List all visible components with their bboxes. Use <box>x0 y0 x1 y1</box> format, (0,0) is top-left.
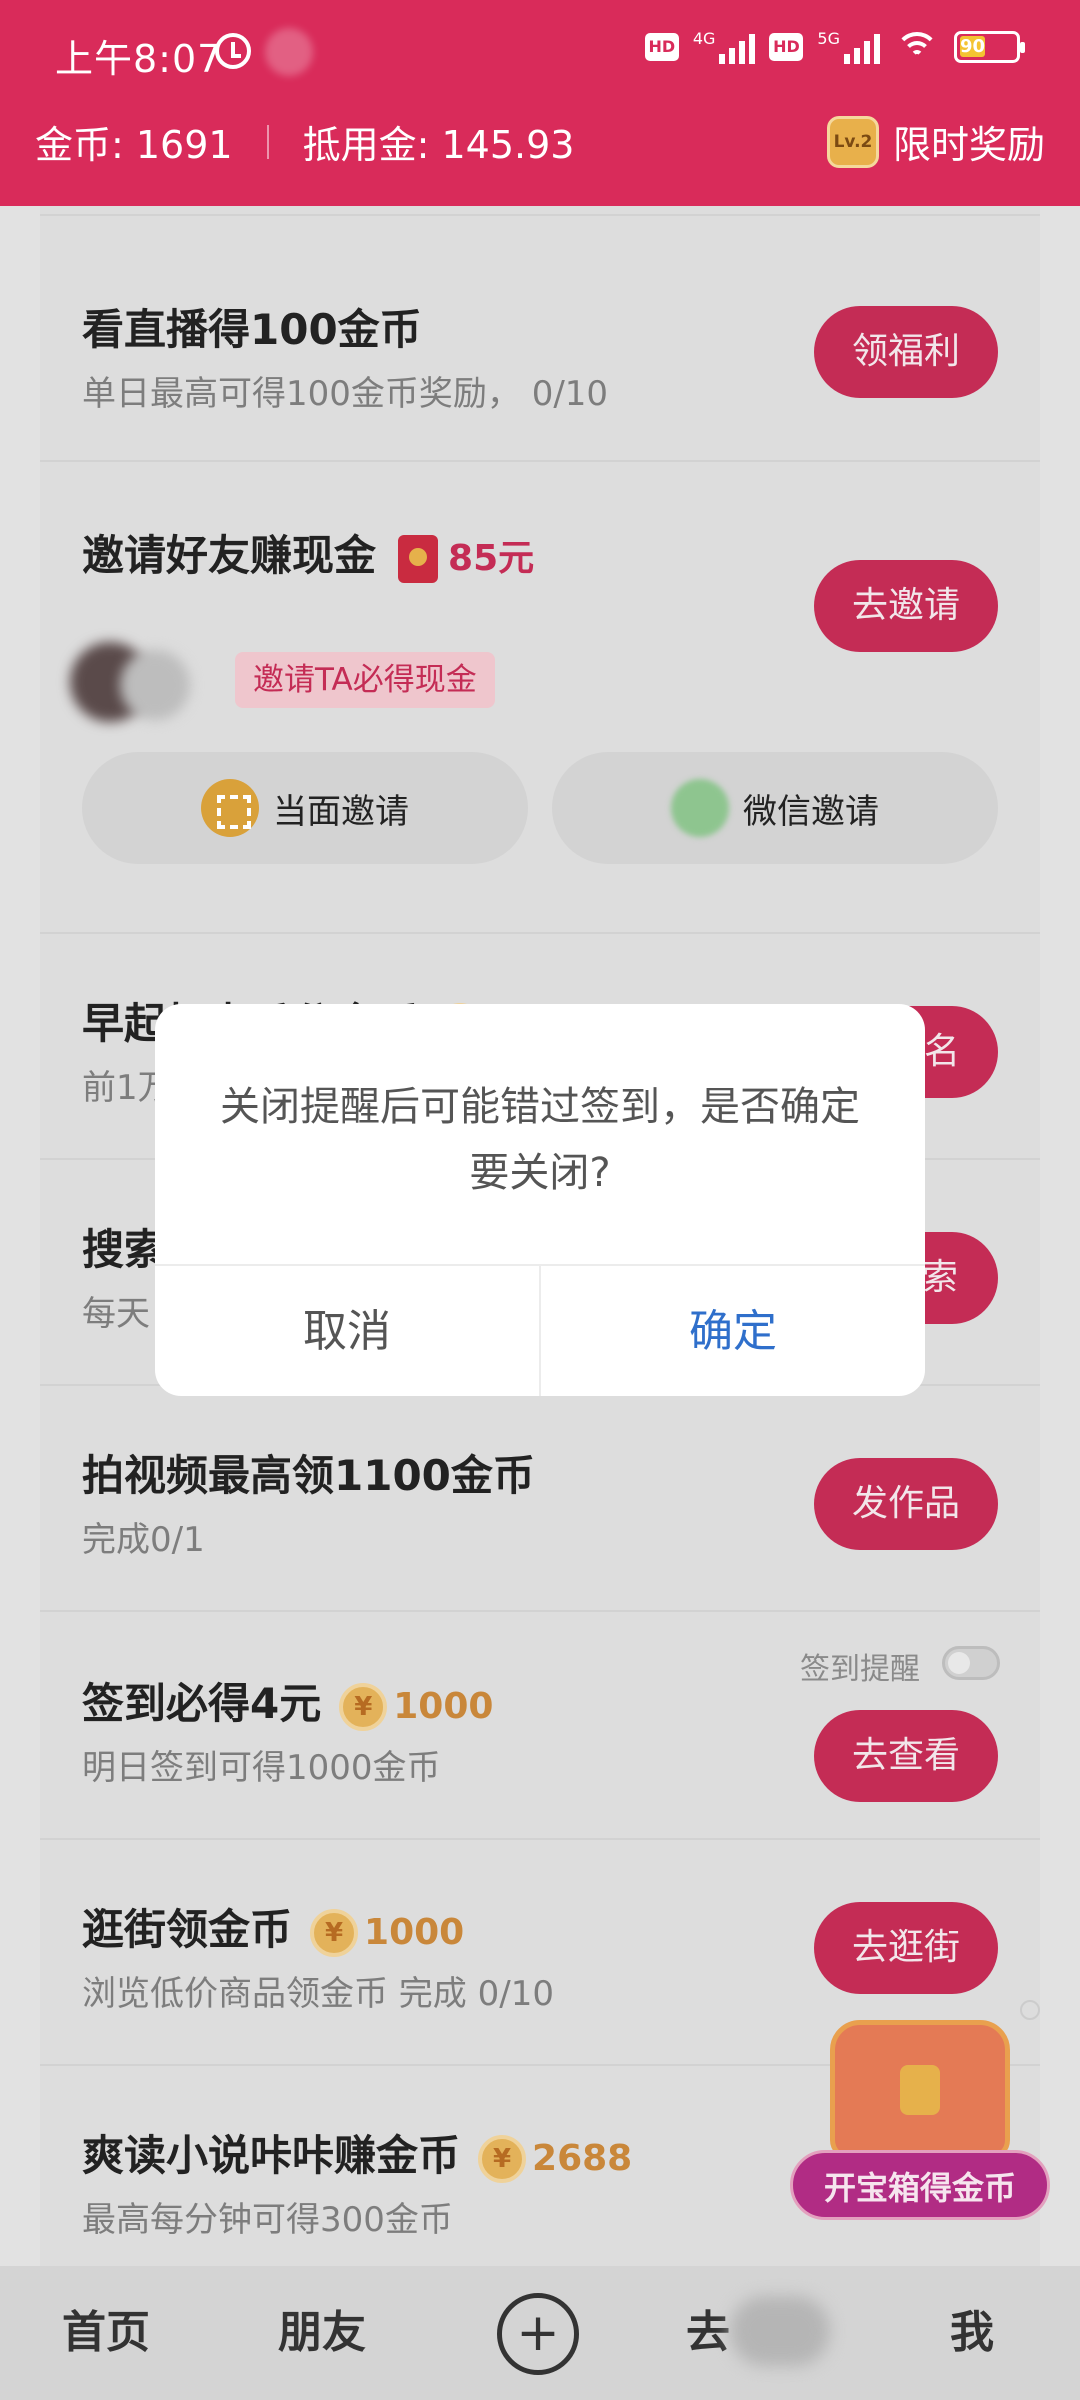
coin-amount: 1000 <box>364 1912 465 1953</box>
coin-balance[interactable]: 金币: 1691 <box>35 114 233 169</box>
create-plus-button[interactable]: + <box>497 2293 579 2375</box>
status-bar: 上午8:07 HD 4G HD 5G 90 <box>0 0 1080 100</box>
battery-icon: 90 <box>954 31 1025 63</box>
coin-amount: 2688 <box>532 2138 633 2179</box>
post-video-button[interactable]: 发作品 <box>814 1458 998 1550</box>
task-subtitle: 浏览低价商品领金币 完成 0/10 <box>82 1974 554 2014</box>
invite-title: 邀请好友赚现金 <box>82 531 377 580</box>
red-packet-icon <box>398 534 439 583</box>
qr-code-icon <box>201 779 259 837</box>
alarm-icon <box>215 33 251 69</box>
face-to-face-invite-button[interactable]: 当面邀请 <box>82 752 528 864</box>
treasure-box-widget[interactable]: 开宝箱得金币 <box>790 2000 1050 2230</box>
notification-icon <box>265 28 313 76</box>
cancel-button[interactable]: 取消 <box>155 1266 541 1396</box>
checkin-title: 签到必得4元 <box>82 1679 322 1728</box>
signal-icon-2 <box>844 30 880 64</box>
task-subtitle: 每天 <box>82 1294 150 1334</box>
nav-go[interactable]: 去 <box>686 2266 730 2400</box>
task-divider-top <box>40 206 1040 216</box>
wechat-invite-label: 微信邀请 <box>743 791 879 832</box>
treasure-chest-icon <box>830 2020 1010 2160</box>
friend-avatars <box>70 642 210 722</box>
dialog-message: 关闭提醒后可能错过签到，是否确定要关闭? <box>220 1084 860 1196</box>
level-badge-icon: Lv.2 <box>826 115 879 168</box>
task-title: 逛街领金币 ¥1000 <box>82 1896 464 1957</box>
task-subtitle: 明日签到可得1000金币 <box>82 1748 441 1788</box>
hd-badge-2: HD <box>769 33 804 61</box>
checkin-reminder-label: 签到提醒 <box>800 1652 920 1687</box>
coin-icon: ¥ <box>310 1908 359 1957</box>
task-title: 搜索 <box>82 1225 167 1274</box>
coin-icon: ¥ <box>478 2134 527 2183</box>
nav-friends[interactable]: 朋友 <box>278 2266 366 2400</box>
coin-icon: ¥ <box>339 1682 388 1731</box>
invite-amount: 85元 <box>448 538 535 579</box>
invite-cash-tag: 邀请TA必得现金 <box>235 652 495 708</box>
task-item-video: 拍视频最高领1100金币 完成0/1 发作品 <box>40 1386 1040 1612</box>
hd-badge: HD <box>644 33 679 61</box>
dialog-actions: 取消 确定 <box>155 1264 925 1396</box>
task-subtitle: 单日最高可得100金币奖励， 0/10 <box>82 374 609 414</box>
view-checkin-button[interactable]: 去查看 <box>814 1710 998 1802</box>
confirm-button[interactable]: 确定 <box>541 1266 925 1396</box>
status-time: 上午8:07 <box>55 37 223 81</box>
checkin-reminder-toggle[interactable] <box>942 1646 1000 1680</box>
wechat-icon <box>671 779 729 837</box>
coin-reward: ¥1000 <box>339 1682 494 1731</box>
nav-home[interactable]: 首页 <box>62 2266 150 2400</box>
treasure-label: 开宝箱得金币 <box>790 2150 1050 2220</box>
face-invite-label: 当面邀请 <box>273 791 409 832</box>
balance-row: 金币: 1691 抵用金: 145.93 <box>35 114 574 169</box>
task-title: 看直播得100金币 <box>82 305 422 354</box>
nav-blurred-item <box>730 2296 830 2366</box>
task-item-invite: 邀请好友赚现金 85元 邀请TA必得现金 去邀请 当面邀请 微信邀请 <box>40 462 1040 934</box>
coin-reward: ¥1000 <box>310 1908 465 1957</box>
divider <box>266 124 269 159</box>
treasure-close-icon[interactable] <box>1020 2000 1040 2020</box>
signal-icon <box>719 30 756 64</box>
network-type: 4G <box>692 28 716 48</box>
coin-reward: ¥2688 <box>478 2134 633 2183</box>
task-item-live: 看直播得100金币 单日最高可得100金币奖励， 0/10 领福利 <box>40 216 1040 462</box>
nav-me[interactable]: 我 <box>950 2266 994 2400</box>
invite-button[interactable]: 去邀请 <box>814 560 998 652</box>
limited-reward-label: 限时奖励 <box>892 123 1045 167</box>
shopping-title: 逛街领金币 <box>82 1905 293 1954</box>
status-icons: HD 4G HD 5G 90 <box>644 28 1025 64</box>
task-title: 邀请好友赚现金 85元 <box>82 522 534 583</box>
network-type-2: 5G <box>817 28 840 48</box>
battery-level: 90 <box>960 36 986 57</box>
claim-benefit-button[interactable]: 领福利 <box>814 306 998 398</box>
limited-reward-button[interactable]: Lv.2 限时奖励 <box>826 114 1045 169</box>
credit-balance[interactable]: 抵用金: 145.93 <box>303 114 575 169</box>
task-title: 签到必得4元 ¥1000 <box>82 1670 493 1731</box>
wechat-invite-button[interactable]: 微信邀请 <box>552 752 998 864</box>
bottom-nav: 首页 朋友 + 去 我 <box>0 2266 1080 2400</box>
go-shopping-button[interactable]: 去逛街 <box>814 1902 998 1994</box>
novel-title: 爽读小说咔咔赚金币 <box>82 2131 461 2180</box>
task-subtitle: 最高每分钟可得300金币 <box>82 2200 453 2240</box>
top-header: 上午8:07 HD 4G HD 5G 90 金币: 1691 抵用金: 145.… <box>0 0 1080 206</box>
task-title: 爽读小说咔咔赚金币 ¥2688 <box>82 2122 632 2183</box>
confirm-dialog: 关闭提醒后可能错过签到，是否确定要关闭? 取消 确定 <box>155 1004 925 1396</box>
task-subtitle: 完成0/1 <box>82 1520 205 1560</box>
task-title: 拍视频最高领1100金币 <box>82 1451 535 1500</box>
coin-amount: 1000 <box>393 1686 494 1727</box>
task-item-checkin: 签到提醒 签到必得4元 ¥1000 明日签到可得1000金币 去查看 <box>40 1612 1040 1840</box>
wifi-icon <box>894 30 940 64</box>
